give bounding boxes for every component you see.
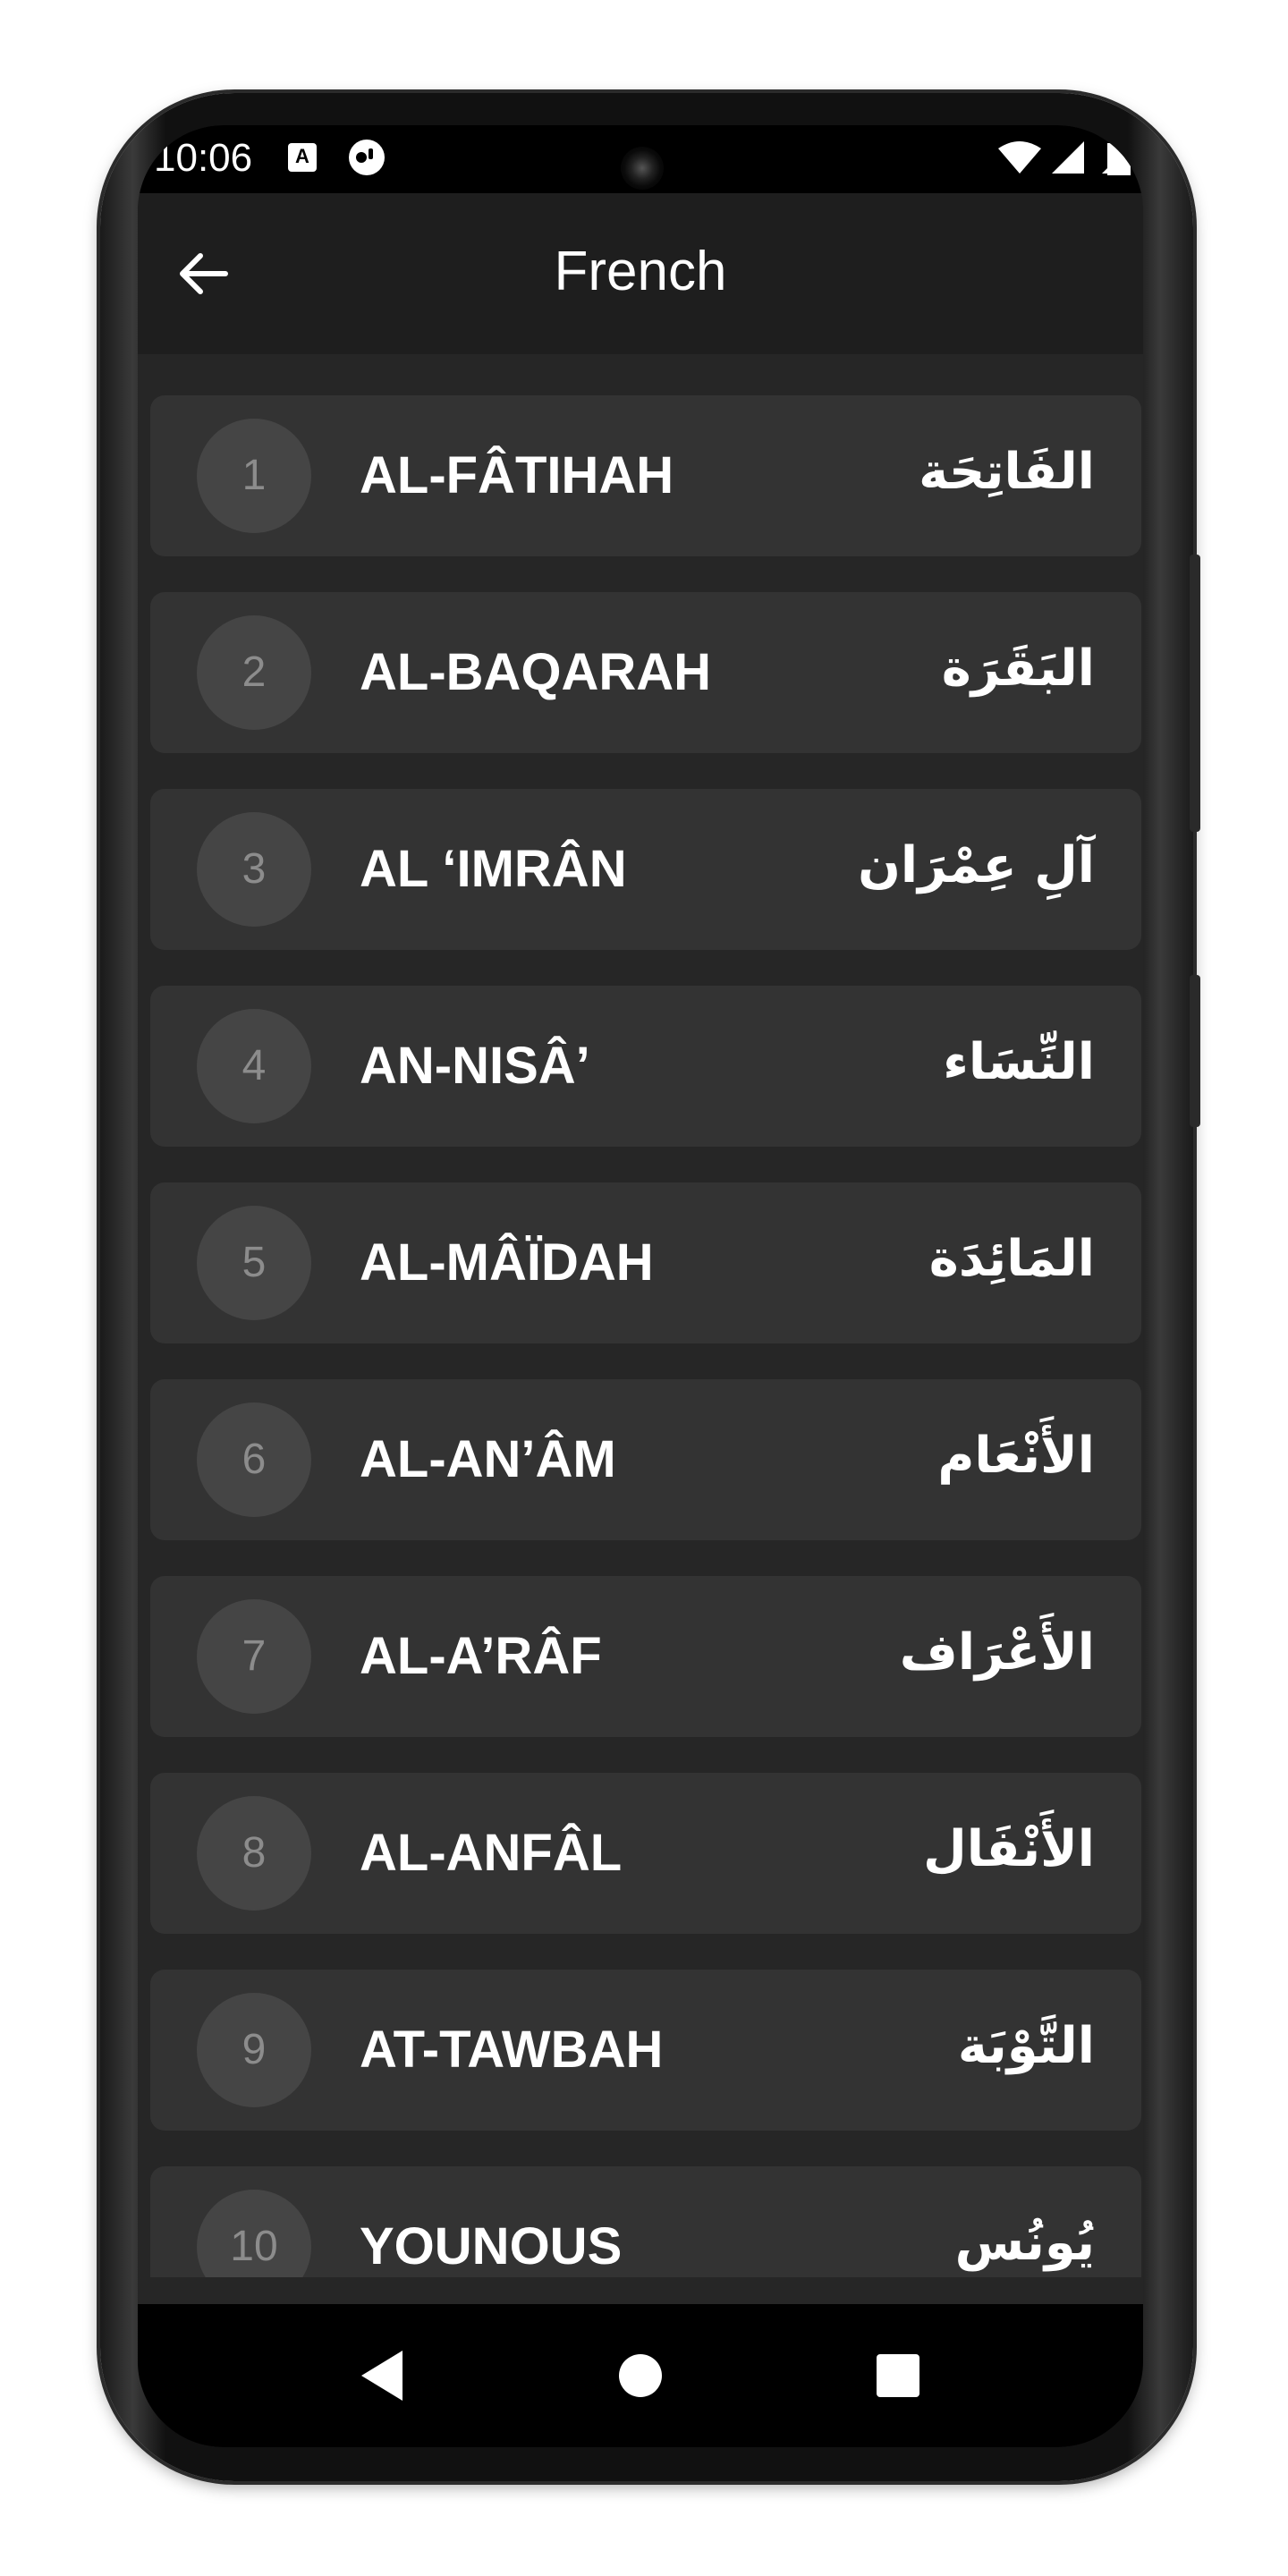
list-item[interactable]: 1 AL-FÂTIHAH الفَاتِحَة bbox=[150, 395, 1141, 556]
surah-name-arabic: آلِ عِمْرَان bbox=[858, 836, 1095, 894]
list-item[interactable]: 5 AL-MÂÏDAH المَائِدَة bbox=[150, 1182, 1141, 1343]
list-item[interactable]: 8 AL-ANFÂL الأَنْفَال bbox=[150, 1773, 1141, 1934]
surah-name: AL-FÂTIHAH bbox=[360, 446, 674, 504]
list-item[interactable]: 4 AN-NISÂ’ النِّسَاء bbox=[150, 986, 1141, 1147]
system-status-icons bbox=[998, 141, 1131, 175]
surah-name-arabic: التَّوْبَة bbox=[957, 2017, 1095, 2075]
front-camera bbox=[621, 147, 664, 190]
surah-number: 7 bbox=[197, 1599, 311, 1714]
screen: 10:06 A French 1 AL-FÂTIHAH الفَاتِحَة 2… bbox=[138, 125, 1143, 2447]
surah-number: 10 bbox=[197, 2190, 311, 2277]
surah-number: 6 bbox=[197, 1402, 311, 1517]
system-nav-bar bbox=[138, 2304, 1143, 2447]
status-bar: 10:06 A bbox=[138, 125, 1143, 193]
surah-name: AL-AN’ÂM bbox=[360, 1430, 616, 1488]
back-triangle-icon[interactable] bbox=[349, 2340, 420, 2411]
surah-number: 8 bbox=[197, 1796, 311, 1911]
page-title: French bbox=[554, 241, 727, 302]
surah-list[interactable]: 1 AL-FÂTIHAH الفَاتِحَة 2 AL-BAQARAH الب… bbox=[138, 354, 1143, 2277]
surah-name-arabic: الأَنْعَام bbox=[937, 1427, 1095, 1485]
list-item[interactable]: 6 AL-AN’ÂM الأَنْعَام bbox=[150, 1379, 1141, 1540]
surah-name: AL-BAQARAH bbox=[360, 643, 712, 701]
text-badge-icon: A bbox=[288, 143, 317, 172]
surah-name: AL-MÂÏDAH bbox=[360, 1233, 654, 1292]
surah-name-arabic: الأَنْفَال bbox=[923, 1820, 1095, 1878]
surah-name-arabic: يُونُس bbox=[954, 2214, 1095, 2272]
surah-name: YOUNOUS bbox=[360, 2217, 623, 2275]
surah-name: AL ‘IMRÂN bbox=[360, 840, 627, 898]
surah-name-arabic: البَقَرَة bbox=[941, 640, 1095, 698]
list-item[interactable]: 3 AL ‘IMRÂN آلِ عِمْرَان bbox=[150, 789, 1141, 950]
record-app-icon bbox=[349, 140, 385, 175]
surah-name-arabic: المَائِدَة bbox=[928, 1230, 1095, 1288]
surah-number: 1 bbox=[197, 419, 311, 533]
app-bar: French bbox=[138, 193, 1143, 354]
surah-number: 5 bbox=[197, 1206, 311, 1320]
recents-square-icon[interactable] bbox=[862, 2340, 934, 2411]
status-time: 10:06 bbox=[154, 136, 253, 180]
surah-number: 4 bbox=[197, 1009, 311, 1123]
signal-icon bbox=[1052, 141, 1084, 174]
wifi-icon bbox=[998, 141, 1041, 174]
list-item[interactable]: 10 YOUNOUS يُونُس bbox=[150, 2166, 1141, 2277]
list-item[interactable]: 9 AT-TAWBAH التَّوْبَة bbox=[150, 1970, 1141, 2131]
surah-name-arabic: النِّسَاء bbox=[943, 1033, 1095, 1091]
surah-number: 9 bbox=[197, 1993, 311, 2107]
surah-name: AN-NISÂ’ bbox=[360, 1037, 590, 1095]
surah-name-arabic: الفَاتِحَة bbox=[919, 443, 1095, 501]
phone-side-button-upper bbox=[1190, 555, 1200, 832]
surah-name: AT-TAWBAH bbox=[360, 2021, 664, 2079]
surah-name: AL-ANFÂL bbox=[360, 1824, 623, 1882]
surah-name: AL-A’RÂF bbox=[360, 1627, 602, 1685]
surah-number: 3 bbox=[197, 812, 311, 927]
list-item[interactable]: 2 AL-BAQARAH البَقَرَة bbox=[150, 592, 1141, 753]
phone-side-button-lower bbox=[1190, 975, 1200, 1127]
home-circle-icon[interactable] bbox=[605, 2340, 676, 2411]
battery-icon bbox=[1102, 143, 1131, 175]
list-item[interactable]: 7 AL-A’RÂF الأَعْرَاف bbox=[150, 1576, 1141, 1737]
surah-name-arabic: الأَعْرَاف bbox=[899, 1623, 1095, 1682]
surah-number: 2 bbox=[197, 615, 311, 730]
